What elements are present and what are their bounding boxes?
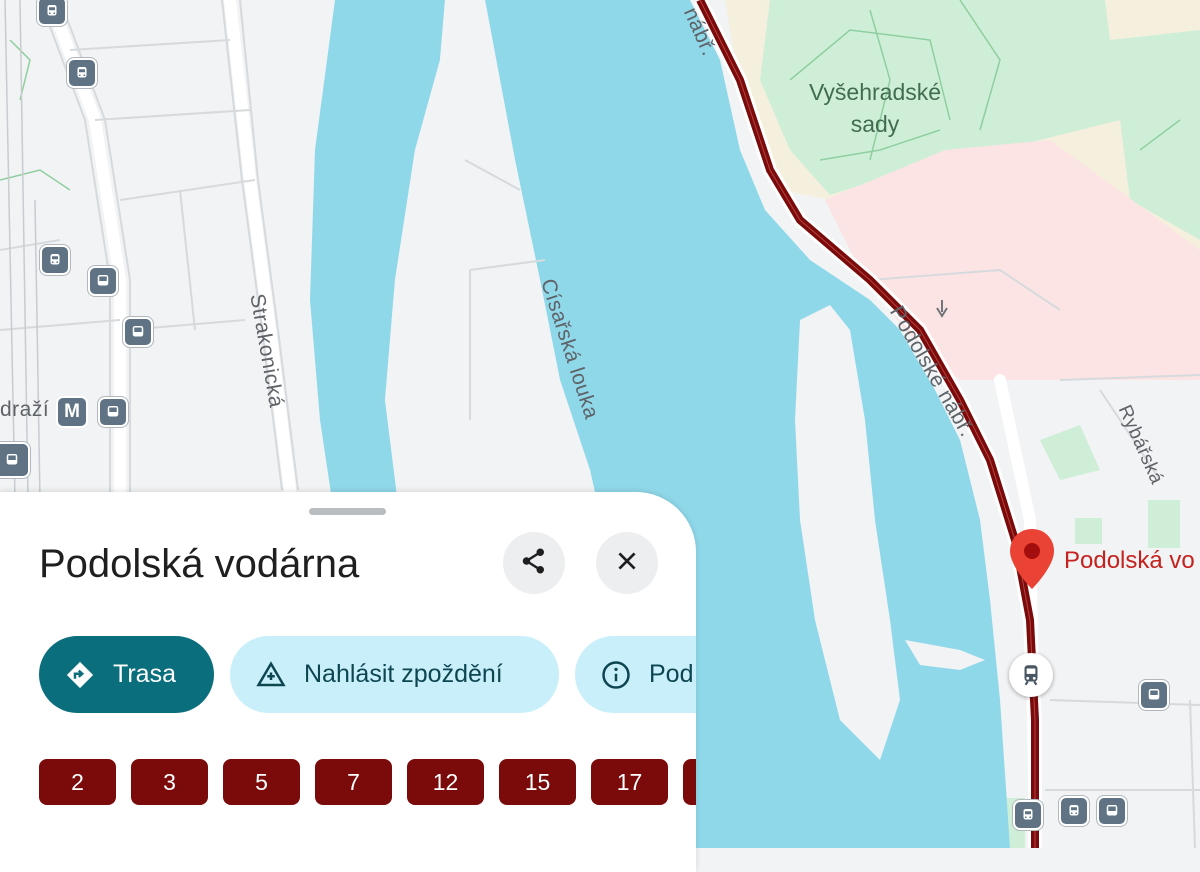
park-label-line2: sady — [850, 111, 900, 137]
tram-stop-icon[interactable] — [37, 0, 67, 26]
sheet-drag-handle[interactable] — [309, 508, 386, 515]
tram-stop-icon[interactable] — [1013, 800, 1043, 830]
bus-stop-icon[interactable] — [0, 442, 30, 478]
tram-line-badge[interactable]: 2 — [39, 759, 116, 805]
tram-stop-icon[interactable] — [1059, 796, 1089, 826]
place-title: Podolská vodárna — [39, 542, 360, 586]
info-button[interactable]: Pod — [575, 636, 696, 713]
bus-stop-icon[interactable] — [123, 317, 153, 347]
report-delay-icon — [256, 660, 286, 690]
tram-line-badge[interactable]: 7 — [315, 759, 392, 805]
tram-line-badge[interactable]: 15 — [499, 759, 576, 805]
bus-stop-icon[interactable] — [88, 266, 118, 296]
park-label: Vyšehradské sady — [780, 76, 970, 140]
tram-line-badge[interactable]: 17 — [591, 759, 668, 805]
report-delay-button[interactable]: Nahlásit zpoždění — [230, 636, 559, 713]
tram-stop-icon[interactable] — [67, 58, 97, 88]
directions-button[interactable]: Trasa — [39, 636, 214, 713]
tram-line-badge[interactable]: 12 — [407, 759, 484, 805]
tram-line-badge[interactable] — [683, 759, 696, 805]
share-button[interactable] — [503, 532, 565, 594]
close-icon — [614, 548, 640, 579]
street-label-nadrazi: draží — [0, 398, 50, 421]
close-button[interactable] — [596, 532, 658, 594]
directions-label: Trasa — [113, 660, 176, 688]
tram-stop-icon[interactable] — [40, 245, 70, 275]
selected-tram-station-marker[interactable] — [1009, 653, 1053, 697]
info-label: Pod — [649, 660, 694, 688]
tram-line-badge[interactable]: 5 — [223, 759, 300, 805]
place-bottom-sheet: Podolská vodárna Trasa Nahlásit zpoždění… — [0, 492, 696, 872]
tram-line-badge[interactable]: 3 — [131, 759, 208, 805]
park-label-line1: Vyšehradské — [808, 79, 942, 105]
share-icon — [519, 546, 549, 581]
place-pin-label[interactable]: Podolská vo — [1064, 547, 1195, 575]
bus-stop-icon[interactable] — [1139, 680, 1169, 710]
directions-icon — [65, 660, 95, 690]
bus-stop-icon[interactable] — [98, 397, 128, 427]
report-delay-label: Nahlásit zpoždění — [304, 660, 503, 688]
metro-station-icon[interactable]: M — [56, 396, 88, 428]
bus-stop-icon[interactable] — [1097, 796, 1127, 826]
place-pin-icon[interactable] — [1007, 527, 1057, 598]
info-icon — [601, 660, 631, 690]
